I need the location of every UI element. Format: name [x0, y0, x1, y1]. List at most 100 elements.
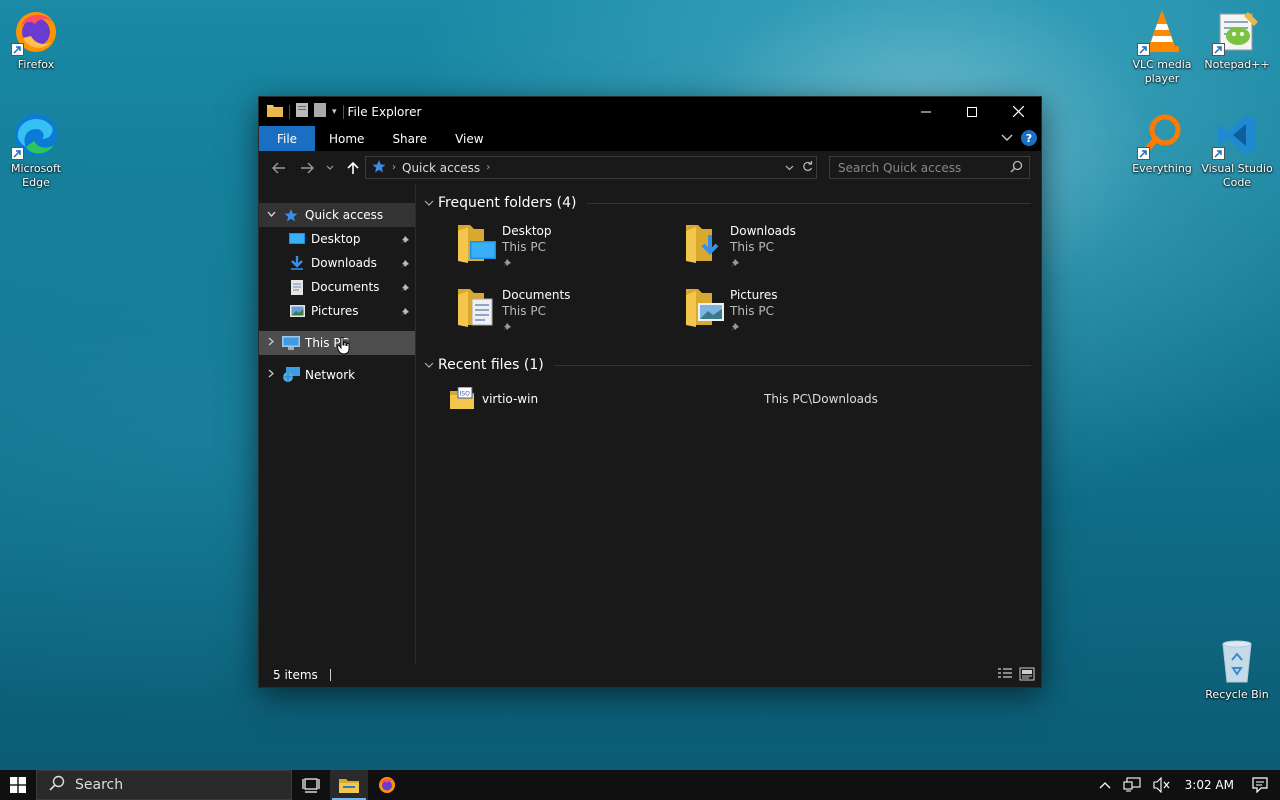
- nav-item-quick-access[interactable]: Quick access: [259, 203, 415, 227]
- task-view-button[interactable]: [292, 770, 330, 800]
- back-button[interactable]: [265, 156, 293, 180]
- desktop-icon-vscode[interactable]: Visual Studio Code: [1199, 110, 1275, 190]
- nav-item-documents[interactable]: Documents: [259, 275, 415, 299]
- folder-tile-pictures[interactable]: Pictures This PC: [684, 283, 912, 332]
- network-status-icon[interactable]: [1117, 777, 1147, 793]
- computer-icon: [281, 335, 301, 351]
- divider: [342, 104, 344, 119]
- shortcut-arrow-icon: [1212, 43, 1225, 56]
- breadcrumb-quick-access[interactable]: Quick access: [402, 161, 480, 175]
- status-bar: 5 items: [259, 663, 1041, 687]
- recycle-bin-icon: [1212, 636, 1262, 686]
- show-hidden-icons-chevron-icon[interactable]: [1093, 781, 1117, 789]
- system-tray: 3:02 AM: [1093, 770, 1280, 800]
- desktop-icon-label: Visual Studio Code: [1201, 162, 1273, 189]
- shortcut-arrow-icon: [1212, 147, 1225, 160]
- breadcrumb-chevron-icon[interactable]: ›: [392, 162, 396, 173]
- pin-icon: [400, 258, 409, 272]
- address-bar-controls: [780, 157, 816, 178]
- details-view-icon[interactable]: [997, 667, 1013, 684]
- title-bar[interactable]: ▾ File Explorer: [259, 97, 1041, 126]
- taskbar-search-label: Search: [75, 777, 124, 793]
- address-bar[interactable]: › Quick access ›: [365, 156, 817, 179]
- search-icon: [1010, 160, 1023, 176]
- frequent-folders-grid: Desktop This PC Downloads This PC Docume…: [424, 215, 1031, 332]
- everything-icon: [1137, 110, 1187, 160]
- expand-chevron-icon[interactable]: [261, 369, 281, 381]
- tab-share[interactable]: Share: [378, 126, 441, 151]
- folder-location: This PC: [502, 304, 546, 318]
- collapse-chevron-icon[interactable]: [261, 210, 281, 220]
- ribbon-right-controls: ?: [1001, 130, 1037, 146]
- notepadpp-icon: [1212, 6, 1262, 56]
- collapse-chevron-icon[interactable]: [424, 360, 438, 371]
- documents-folder-icon: [456, 283, 502, 331]
- recent-files-header[interactable]: Recent files (1): [424, 353, 1031, 377]
- explorer-body: Quick access Desktop Downloads Documents…: [259, 185, 1041, 663]
- tab-file[interactable]: File: [259, 126, 315, 151]
- close-button[interactable]: [995, 97, 1041, 126]
- refresh-icon[interactable]: [798, 160, 816, 175]
- vlc-icon: [1137, 6, 1187, 56]
- tab-view[interactable]: View: [441, 126, 497, 151]
- edge-icon: [11, 110, 61, 160]
- customize-qat-chevron-icon[interactable]: ▾: [332, 107, 337, 117]
- desktop-icon-firefox[interactable]: Firefox: [0, 6, 74, 72]
- desktop-icon-vlc[interactable]: VLC media player: [1124, 6, 1200, 86]
- divider: [329, 669, 331, 681]
- navigation-pane[interactable]: Quick access Desktop Downloads Documents…: [259, 185, 416, 663]
- recent-file-row[interactable]: ISO virtio-win This PC\Downloads: [424, 386, 1031, 411]
- nav-item-downloads[interactable]: Downloads: [259, 251, 415, 275]
- help-icon[interactable]: ?: [1021, 130, 1037, 146]
- action-center-icon[interactable]: [1246, 777, 1280, 793]
- expand-chevron-icon[interactable]: [261, 337, 281, 349]
- breadcrumb-chevron-icon[interactable]: ›: [486, 162, 490, 173]
- recent-file-name: virtio-win: [482, 392, 539, 406]
- desktop-icon-label: Firefox: [17, 58, 55, 71]
- maximize-button[interactable]: [949, 97, 995, 126]
- desktop-icon-recycle-bin[interactable]: Recycle Bin: [1199, 636, 1275, 702]
- nav-item-this-pc[interactable]: This PC: [259, 331, 415, 355]
- system-clock[interactable]: 3:02 AM: [1177, 778, 1246, 792]
- shortcut-arrow-icon: [11, 43, 24, 56]
- large-icons-view-icon[interactable]: [1019, 667, 1035, 684]
- properties-icon[interactable]: [296, 103, 308, 120]
- view-toggle: [997, 667, 1035, 684]
- desktop-icon-edge[interactable]: Microsoft Edge: [0, 110, 74, 190]
- minimize-button[interactable]: [903, 97, 949, 126]
- taskbar-search-box[interactable]: Search: [36, 770, 292, 800]
- up-button[interactable]: [339, 156, 367, 180]
- desktop-icon-label: Everything: [1132, 162, 1192, 175]
- nav-item-pictures[interactable]: Pictures: [259, 299, 415, 323]
- tab-home[interactable]: Home: [315, 126, 378, 151]
- folder-tile-downloads[interactable]: Downloads This PC: [684, 219, 912, 268]
- desktop-icon-everything[interactable]: Everything: [1124, 110, 1200, 176]
- recent-locations-chevron-icon[interactable]: [321, 156, 339, 180]
- collapse-chevron-icon[interactable]: [424, 198, 438, 209]
- expand-ribbon-chevron-icon[interactable]: [1001, 131, 1013, 145]
- volume-muted-icon[interactable]: [1147, 777, 1177, 793]
- frequent-folders-header[interactable]: Frequent folders (4): [424, 191, 1031, 215]
- forward-button[interactable]: [293, 156, 321, 180]
- nav-item-desktop[interactable]: Desktop: [259, 227, 415, 251]
- folder-name: Documents: [502, 288, 571, 302]
- folder-tile-documents[interactable]: Documents This PC: [456, 283, 684, 332]
- shortcut-arrow-icon: [1137, 43, 1150, 56]
- new-folder-icon[interactable]: [314, 103, 326, 120]
- start-button[interactable]: [0, 770, 36, 800]
- content-pane[interactable]: Frequent folders (4) Desktop This PC Dow…: [416, 185, 1041, 663]
- folder-name: Desktop: [502, 224, 552, 238]
- shortcut-arrow-icon: [1137, 147, 1150, 160]
- nav-item-network[interactable]: Network: [259, 363, 415, 387]
- pin-icon: [400, 306, 409, 320]
- desktop-icon-notepadpp[interactable]: Notepad++: [1199, 6, 1275, 72]
- taskbar-firefox[interactable]: [368, 770, 406, 800]
- taskbar-file-explorer[interactable]: [330, 770, 368, 800]
- nav-item-label: Network: [305, 368, 356, 382]
- file-explorer-window[interactable]: ▾ File Explorer File Home Share View ? ›…: [258, 96, 1042, 688]
- firefox-icon: [11, 6, 61, 56]
- address-dropdown-chevron-icon[interactable]: [780, 161, 798, 174]
- search-input[interactable]: Search Quick access: [829, 156, 1030, 179]
- folder-tile-desktop[interactable]: Desktop This PC: [456, 219, 684, 268]
- group-title: Frequent folders (4): [438, 195, 577, 211]
